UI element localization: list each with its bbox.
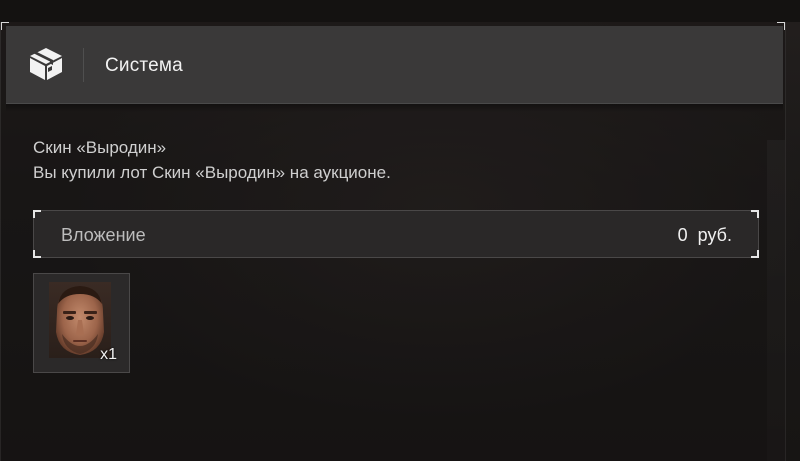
- header-divider: [83, 48, 84, 82]
- attachment-bar: Вложение 0 руб.: [33, 210, 759, 258]
- mail-screen: Система Скин «Выродин» Вы купили лот Ски…: [0, 0, 800, 461]
- header-shadow: [6, 104, 783, 112]
- attachment-corner: [33, 210, 41, 218]
- attachment-corner: [751, 250, 759, 258]
- top-band: [0, 0, 800, 22]
- sender-title: Система: [105, 55, 183, 76]
- mail-header: Система: [6, 26, 783, 104]
- attachment-corner: [33, 250, 41, 258]
- box-icon: [28, 46, 64, 82]
- attachment-corner: [751, 210, 759, 218]
- scroll-track: [767, 140, 785, 461]
- attachment-value: 0 руб.: [677, 225, 732, 245]
- message-body: Вы купили лот Скин «Выродин» на аукционе…: [33, 163, 391, 182]
- mail-window: Система Скин «Выродин» Вы купили лот Ски…: [0, 22, 786, 461]
- attachment-item-slot[interactable]: x1: [33, 273, 130, 373]
- message-title: Скин «Выродин»: [33, 138, 167, 157]
- item-quantity: x1: [100, 346, 117, 363]
- attachment-label: Вложение: [61, 225, 146, 245]
